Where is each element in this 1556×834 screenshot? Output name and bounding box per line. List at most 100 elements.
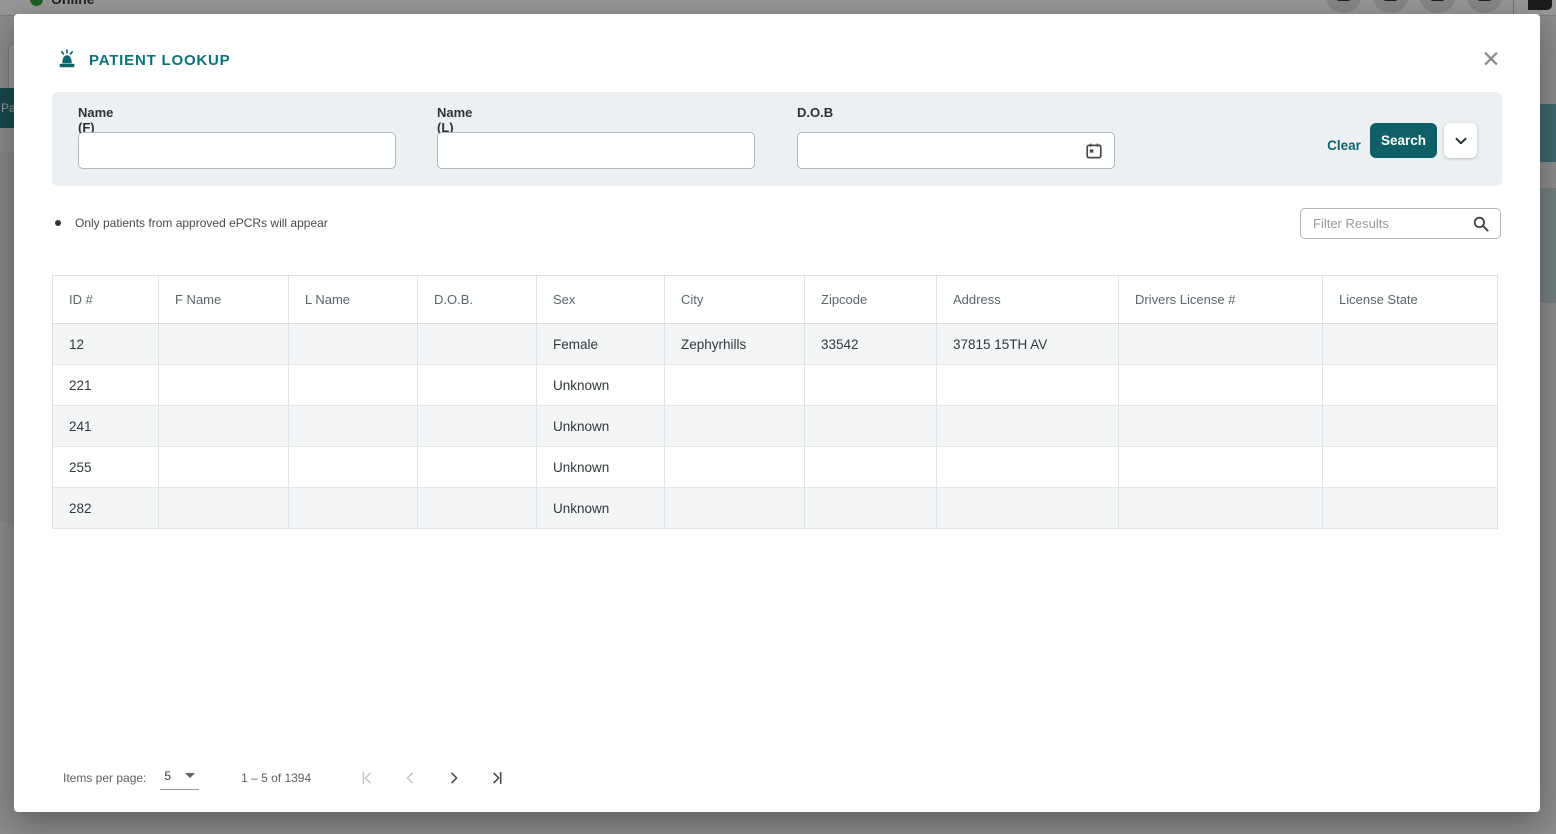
table-cell: Zephyrhills (665, 324, 805, 365)
last-page-icon[interactable] (485, 765, 511, 791)
table-cell (665, 365, 805, 406)
column-header: Sex (537, 276, 665, 324)
table-cell: Unknown (537, 365, 665, 406)
info-note: Only patients from approved ePCRs will a… (55, 216, 328, 230)
table-cell: Female (537, 324, 665, 365)
table-cell (1323, 324, 1498, 365)
table-cell (418, 365, 537, 406)
table-cell (418, 447, 537, 488)
table-cell (159, 488, 289, 529)
table-row[interactable]: 221 Unknown (53, 365, 1498, 406)
previous-page-icon[interactable] (397, 765, 423, 791)
column-header: Drivers License # (1119, 276, 1323, 324)
table-row[interactable]: 282 Unknown (53, 488, 1498, 529)
dialog-header: PATIENT LOOKUP (55, 48, 230, 72)
table-cell: 33542 (805, 324, 937, 365)
range-label: 1 – 5 of 1394 (241, 771, 311, 785)
search-button[interactable]: Search (1370, 123, 1437, 158)
items-per-page-value: 5 (164, 769, 171, 783)
table-cell (937, 365, 1119, 406)
column-header: ID # (53, 276, 159, 324)
items-per-page-select[interactable]: 5 (160, 767, 199, 790)
table-cell (159, 406, 289, 447)
column-header: Address (937, 276, 1119, 324)
column-header: License State (1323, 276, 1498, 324)
table-cell (159, 447, 289, 488)
patient-lookup-dialog: PATIENT LOOKUP ✕ Name (F) Name (L) D.O.B (14, 14, 1540, 812)
next-page-icon[interactable] (441, 765, 467, 791)
table-cell (1119, 406, 1323, 447)
search-options-button[interactable] (1444, 123, 1477, 158)
table-cell: Unknown (537, 488, 665, 529)
column-header: Zipcode (805, 276, 937, 324)
table-cell (289, 406, 418, 447)
screen: Online Pat PATIENT LOOKUP ✕ (0, 0, 1556, 834)
name-f-input[interactable] (78, 132, 396, 169)
table-cell (805, 406, 937, 447)
table-cell (159, 365, 289, 406)
siren-icon (55, 48, 79, 72)
table-cell: Unknown (537, 406, 665, 447)
select-caret-icon (185, 773, 195, 778)
clear-button[interactable]: Clear (1312, 138, 1376, 153)
search-icon[interactable] (1472, 215, 1490, 233)
name-f-label: Name (F) (78, 105, 113, 135)
column-header: D.O.B. (418, 276, 537, 324)
page-nav (353, 765, 511, 791)
chevron-down-icon (1453, 133, 1469, 149)
column-header: City (665, 276, 805, 324)
calendar-icon[interactable] (1085, 142, 1103, 160)
table-cell: 221 (53, 365, 159, 406)
table-cell (418, 406, 537, 447)
table-cell (1323, 406, 1498, 447)
table-cell (937, 406, 1119, 447)
table-cell (289, 447, 418, 488)
table-cell (1323, 447, 1498, 488)
items-per-page-label: Items per page: (63, 771, 146, 785)
table-row[interactable]: 255 Unknown (53, 447, 1498, 488)
table-cell (665, 406, 805, 447)
bullet-icon (55, 220, 61, 226)
filter-results-input[interactable] (1301, 209, 1500, 238)
table-row[interactable]: 241 Unknown (53, 406, 1498, 447)
dob-label: D.O.B (797, 105, 833, 120)
table-row[interactable]: 12 FemaleZephyrhills3354237815 15TH AV (53, 324, 1498, 365)
dialog-title: PATIENT LOOKUP (89, 52, 230, 69)
table-cell (1119, 324, 1323, 365)
table-cell (1119, 447, 1323, 488)
close-icon[interactable]: ✕ (1477, 45, 1505, 73)
table-cell: Unknown (537, 447, 665, 488)
paginator: Items per page: 5 1 – 5 of 1394 (63, 765, 511, 791)
first-page-icon[interactable] (353, 765, 379, 791)
table-cell (1323, 365, 1498, 406)
table-cell: 282 (53, 488, 159, 529)
table-cell (1119, 488, 1323, 529)
table-cell (937, 488, 1119, 529)
table-cell: 255 (53, 447, 159, 488)
search-form: Name (F) Name (L) D.O.B Clear S (52, 92, 1502, 186)
table-cell: 241 (53, 406, 159, 447)
table-cell: 12 (53, 324, 159, 365)
patient-results-table: ID #F NameL NameD.O.B.SexCityZipcodeAddr… (52, 275, 1498, 529)
table-cell (1323, 488, 1498, 529)
table-cell (805, 365, 937, 406)
name-l-input[interactable] (437, 132, 755, 169)
dob-input[interactable] (797, 132, 1115, 169)
table-cell (289, 488, 418, 529)
table-cell (418, 324, 537, 365)
table-cell (159, 324, 289, 365)
table-cell (418, 488, 537, 529)
column-header: F Name (159, 276, 289, 324)
table-cell: 37815 15TH AV (937, 324, 1119, 365)
note-text: Only patients from approved ePCRs will a… (75, 216, 328, 230)
table-cell (805, 488, 937, 529)
table-cell (665, 488, 805, 529)
table-cell (1119, 365, 1323, 406)
column-header: L Name (289, 276, 418, 324)
table-cell (289, 365, 418, 406)
filter-results-box (1300, 208, 1501, 239)
table-cell (805, 447, 937, 488)
table-cell (289, 324, 418, 365)
name-l-label: Name (L) (437, 105, 472, 135)
table-cell (665, 447, 805, 488)
